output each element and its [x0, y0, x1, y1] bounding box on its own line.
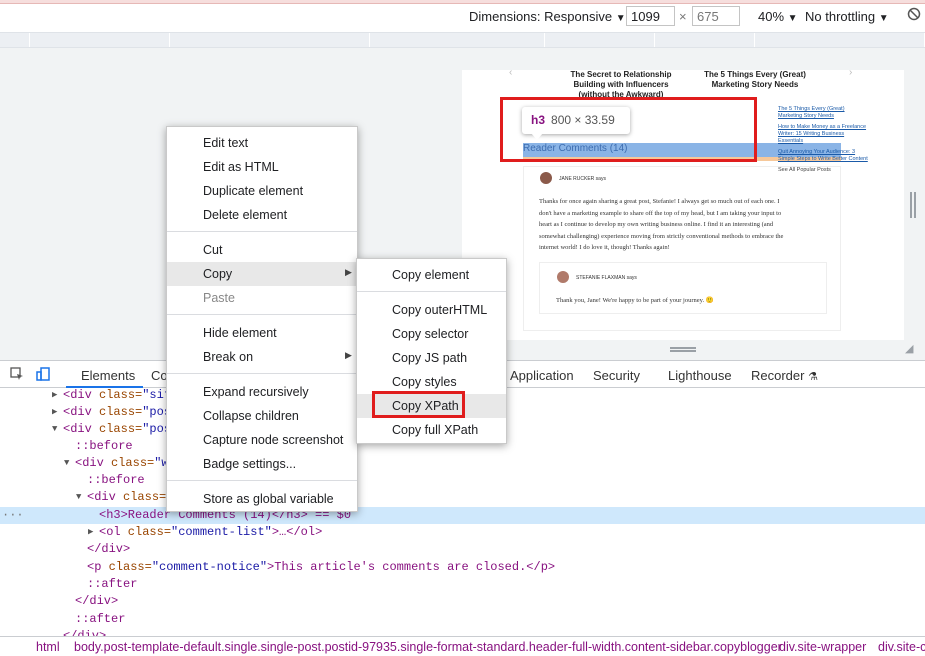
tree-node[interactable]: ▶ <ol class="comment-list">…</ol> — [0, 524, 925, 541]
avatar — [540, 172, 552, 184]
tree-close[interactable]: </div> — [0, 593, 925, 610]
tree-node[interactable]: ▼<div class="wr — [0, 455, 925, 472]
collapse-arrow-icon[interactable]: ▼ — [52, 421, 57, 438]
tab-elements[interactable]: Elements — [81, 368, 135, 383]
menu-item-capture-node-screenshot[interactable]: Capture node screenshot — [167, 428, 357, 452]
reply-author: STEFANIE FLAXMAN says — [576, 275, 637, 281]
tree-pseudo[interactable]: ::after — [0, 611, 925, 628]
collapse-arrow-icon[interactable]: ▼ — [64, 455, 69, 472]
expand-arrow-icon[interactable]: ▶ — [52, 387, 57, 404]
rotate-icon[interactable] — [907, 7, 921, 24]
comment-body: Thanks for once again sharing a great po… — [539, 198, 784, 251]
chevron-left-icon: ‹ — [509, 70, 513, 78]
inspect-icon[interactable] — [10, 367, 24, 381]
breadcrumb-site-wrapper[interactable]: div.site-wrapper — [779, 640, 866, 654]
throttling-dropdown[interactable]: No throttling ▼ — [805, 9, 889, 24]
dimensions-label: Dimensions: Responsive — [469, 9, 613, 24]
throttling-label: No throttling — [805, 9, 876, 24]
tree-node-selected[interactable]: ··· <h3>Reader Comments (14)</h3> == $0 — [0, 507, 925, 524]
menu-item-copy[interactable]: Copy ▶ — [167, 262, 357, 286]
menu-item-badge-settings[interactable]: Badge settings... — [167, 452, 357, 476]
menu-item-copy-full-xpath[interactable]: Copy full XPath — [357, 418, 506, 442]
tree-node[interactable]: ▼<div class=" — [0, 489, 925, 506]
zoom-label: 40% — [758, 9, 785, 24]
menu-separator — [167, 480, 357, 481]
dimensions-dropdown[interactable]: Dimensions: Responsive ▼ — [469, 9, 626, 24]
tab-security[interactable]: Security — [593, 368, 640, 383]
device-toggle-icon[interactable] — [36, 367, 50, 381]
menu-separator — [357, 291, 506, 292]
chevron-down-icon: ▼ — [615, 13, 626, 24]
menu-item-edit-text[interactable]: Edit text — [167, 131, 357, 155]
tree-pseudo[interactable]: ::after — [0, 576, 925, 593]
menu-item-edit-as-html[interactable]: Edit as HTML — [167, 155, 357, 179]
tab-application[interactable]: Application — [510, 368, 574, 383]
media-query-ruler[interactable] — [0, 32, 925, 48]
breadcrumb-body[interactable]: body.post-template-default.single.single… — [74, 640, 782, 654]
menu-item-copy-selector[interactable]: Copy selector — [357, 322, 506, 346]
width-input[interactable]: 1099 — [626, 6, 675, 26]
menu-item-break-on[interactable]: Break on ▶ — [167, 345, 357, 369]
menu-item-copy-outerhtml[interactable]: Copy outerHTML — [357, 298, 506, 322]
sidebar-link[interactable]: Quit Annoying Your Audience: 3 Simple St… — [778, 149, 868, 163]
tab-lighthouse[interactable]: Lighthouse — [668, 368, 732, 383]
more-icon[interactable]: ··· — [2, 507, 24, 524]
breadcrumb-site-c[interactable]: div.site-c — [878, 640, 925, 654]
menu-separator — [167, 373, 357, 374]
context-menu: Edit text Edit as HTML Duplicate element… — [166, 126, 358, 512]
resize-corner-icon[interactable]: ◢ — [905, 342, 913, 355]
submenu-arrow-icon: ▶ — [345, 267, 352, 277]
submenu-arrow-icon: ▶ — [345, 350, 352, 360]
menu-item-paste: Paste — [203, 291, 235, 305]
breadcrumb-html[interactable]: html — [36, 640, 60, 654]
tree-node[interactable]: <p class="comment-notice">This article's… — [0, 559, 925, 576]
menu-item-copy-js-path[interactable]: Copy JS path — [357, 346, 506, 370]
height-input[interactable]: 675 — [692, 6, 740, 26]
comment-author: JANE RUCKER says — [559, 176, 606, 182]
resize-handle-right[interactable] — [910, 192, 916, 218]
tree-pseudo[interactable]: ::before — [0, 472, 925, 489]
chevron-down-icon: ▼ — [878, 13, 889, 24]
highlight-annotation-box — [500, 97, 757, 162]
chevron-down-icon: ▼ — [787, 13, 798, 24]
collapse-arrow-icon[interactable]: ▼ — [76, 489, 81, 506]
expand-arrow-icon[interactable]: ▶ — [52, 404, 57, 421]
menu-item-duplicate-element[interactable]: Duplicate element — [167, 179, 357, 203]
menu-separator — [167, 314, 357, 315]
menu-item-collapse-children[interactable]: Collapse children — [167, 404, 357, 428]
menu-item-store-as-global-variable[interactable]: Store as global variable — [167, 487, 357, 511]
avatar — [557, 271, 569, 283]
related-post-2: The 5 Things Every (Great) Marketing Sto… — [704, 70, 806, 89]
tree-close[interactable]: </div> — [0, 628, 925, 636]
zoom-dropdown[interactable]: 40% ▼ — [758, 9, 798, 24]
flask-icon: ⚗ — [808, 371, 818, 383]
sidebar-link[interactable]: How to Make Money as a Freelance Writer:… — [778, 124, 868, 145]
tab-recorder[interactable]: Recorder ⚗ — [751, 368, 818, 383]
breadcrumb: html body.post-template-default.single.s… — [0, 636, 925, 656]
times-separator: × — [679, 9, 687, 24]
copy-xpath-annotation-box — [372, 391, 465, 418]
device-toolbar: Dimensions: Responsive ▼ 1099 × 675 40% … — [0, 4, 925, 30]
menu-item-copy-element[interactable]: Copy element — [357, 263, 506, 287]
sidebar-link[interactable]: The 5 Things Every (Great) Marketing Sto… — [778, 106, 868, 120]
chevron-right-icon: › — [849, 70, 853, 78]
tree-close[interactable]: </div> — [0, 541, 925, 558]
menu-item-hide-element[interactable]: Hide element — [167, 321, 357, 345]
menu-separator — [167, 231, 357, 232]
menu-item-expand-recursively[interactable]: Expand recursively — [167, 380, 357, 404]
expand-arrow-icon[interactable]: ▶ — [88, 524, 93, 541]
menu-item-delete-element[interactable]: Delete element — [167, 203, 357, 227]
resize-handle-bottom[interactable] — [670, 347, 696, 352]
reply-body: Thank you, Jane! We're happy to be part … — [556, 297, 714, 304]
related-post-1: The Secret to Relationship Building with… — [570, 70, 672, 99]
reply-card — [539, 262, 827, 314]
tab-recorder-label: Recorder — [751, 368, 805, 383]
menu-item-cut[interactable]: Cut — [167, 238, 357, 262]
